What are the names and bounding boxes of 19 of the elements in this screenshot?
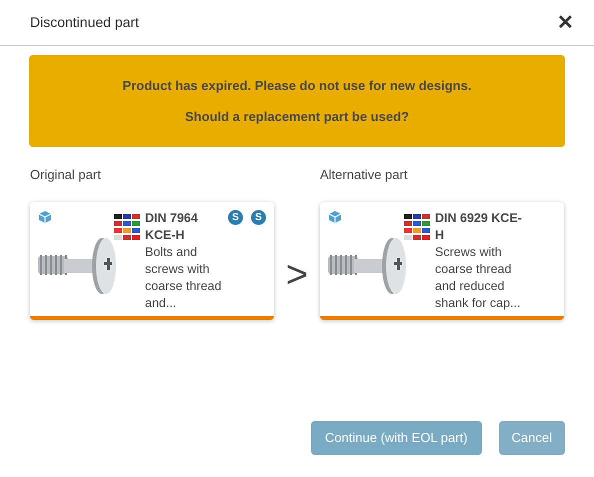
- cube-icon: [328, 210, 342, 224]
- standard-badge: S: [228, 210, 243, 224]
- warning-text: Product has expired. Please do not use for new designs.: [122, 77, 472, 95]
- part-card[interactable]: DIN 6929 KCE-H Screws with coarse thread and reduced shank for cap...: [320, 202, 564, 320]
- warning-text: Should a replacement part be used?: [185, 108, 409, 126]
- dialog-title: Discontinued part: [30, 13, 139, 32]
- part-card[interactable]: DIN 7964 KCE-H Bolts and screws with coarse thread and... S S: [30, 202, 274, 320]
- column-label: Alternative part: [320, 166, 408, 184]
- close-button[interactable]: ✕: [557, 8, 574, 38]
- part-number: DIN 6929 KCE-H: [435, 210, 523, 244]
- column-label: Original part: [30, 166, 102, 184]
- part-number: DIN 7964 KCE-H: [145, 210, 199, 244]
- flags-icon: [114, 214, 141, 240]
- standard-badge: S: [251, 210, 266, 224]
- arrow-separator: >: [284, 256, 310, 294]
- part-description: Bolts and screws with coarse thread and...: [145, 244, 222, 312]
- cube-icon: [38, 210, 52, 224]
- part-description: Screws with coarse thread and reduced shank for cap...: [435, 244, 522, 312]
- flags-icon: [404, 214, 431, 240]
